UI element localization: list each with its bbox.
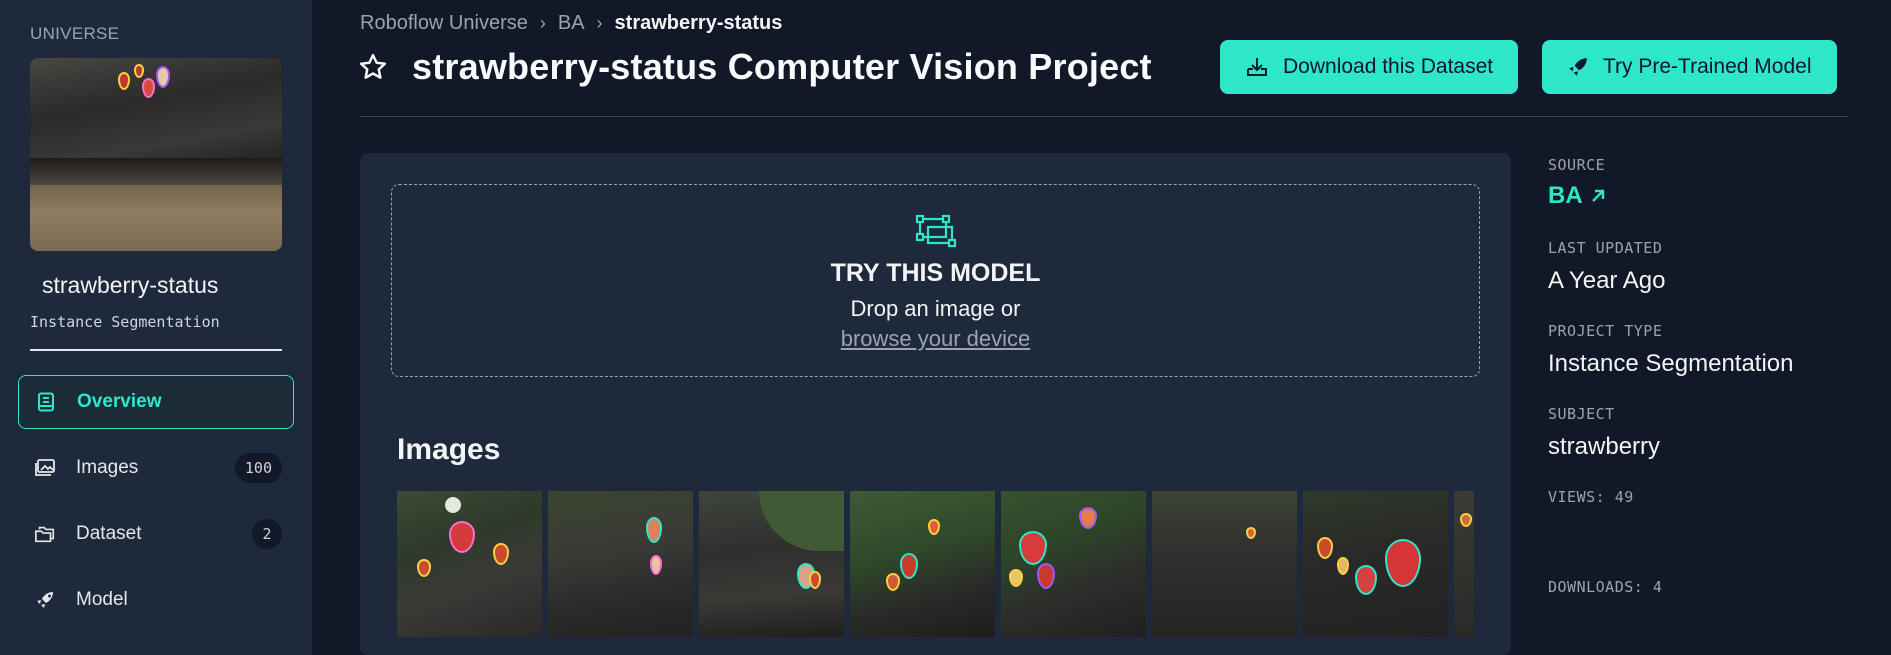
download-icon [1247, 58, 1267, 76]
project-type-value: Instance Segmentation [1548, 350, 1794, 377]
project-thumbnail[interactable] [30, 58, 282, 251]
breadcrumb-roboflow-universe[interactable]: Roboflow Universe [360, 12, 528, 35]
nav-dataset[interactable]: Dataset 2 [18, 507, 294, 561]
header-divider [360, 116, 1848, 117]
last-updated-label: LAST UPDATED [1548, 239, 1663, 257]
gallery-image[interactable] [1303, 491, 1448, 637]
nav-model-label: Model [76, 589, 128, 610]
chevron-right-icon: › [596, 13, 603, 33]
source-value: BA [1548, 182, 1583, 209]
meta-downloads: DOWNLOADS: 4 [1548, 578, 1662, 596]
rocket-icon [1569, 58, 1587, 76]
images-heading: Images [397, 433, 501, 466]
views-count: VIEWS: 49 [1548, 488, 1634, 506]
dropzone-instruction: Drop an image or [850, 296, 1021, 321]
image-gallery [397, 491, 1474, 637]
chevron-right-icon: › [539, 13, 546, 33]
meta-project-type: PROJECT TYPE Instance Segmentation [1548, 322, 1794, 378]
sidebar: UNIVERSE strawberry-status Instance Segm… [0, 0, 312, 655]
project-type-label: PROJECT TYPE [1548, 322, 1663, 340]
nav-images[interactable]: Images 100 [18, 441, 294, 495]
book-icon [35, 391, 57, 413]
meta-source: SOURCE BA [1548, 156, 1607, 210]
try-model-label: Try Pre-Trained Model [1603, 55, 1812, 78]
dataset-count-badge: 2 [252, 519, 282, 549]
gallery-image[interactable] [397, 491, 542, 637]
meta-subject: SUBJECT strawberry [1548, 405, 1660, 461]
bounding-box-icon [915, 214, 956, 248]
images-count-badge: 100 [234, 453, 282, 483]
arrow-up-right-icon [1591, 189, 1604, 202]
nav-overview[interactable]: Overview [18, 375, 294, 429]
gallery-image[interactable] [1152, 491, 1297, 637]
downloads-count: DOWNLOADS: 4 [1548, 578, 1663, 596]
sidebar-project-name: strawberry-status [42, 272, 219, 298]
subject-value: strawberry [1548, 433, 1661, 460]
sidebar-section-label: UNIVERSE [30, 24, 120, 43]
breadcrumb: Roboflow Universe › BA › strawberry-stat… [360, 12, 782, 35]
title-row: strawberry-status Computer Vision Projec… [358, 46, 1152, 88]
gallery-image[interactable] [699, 491, 844, 637]
rocket-icon [34, 589, 56, 611]
meta-views: VIEWS: 49 [1548, 488, 1634, 506]
try-pretrained-model-button[interactable]: Try Pre-Trained Model [1542, 40, 1837, 94]
star-icon[interactable] [358, 52, 388, 82]
images-icon [34, 457, 56, 479]
subject-label: SUBJECT [1548, 405, 1615, 423]
nav-overview-label: Overview [77, 391, 162, 412]
sidebar-project-type: Instance Segmentation [30, 313, 220, 331]
gallery-image[interactable] [1454, 491, 1474, 637]
image-dropzone[interactable]: TRY THIS MODEL Drop an image or browse y… [391, 184, 1480, 377]
gallery-image[interactable] [850, 491, 995, 637]
breadcrumb-ba[interactable]: BA [558, 12, 585, 35]
meta-last-updated: LAST UPDATED A Year Ago [1548, 239, 1665, 295]
download-dataset-label: Download this Dataset [1283, 55, 1494, 78]
browse-device-link[interactable]: browse your device [841, 326, 1031, 352]
nav-dataset-label: Dataset [76, 523, 142, 544]
gallery-image[interactable] [548, 491, 693, 637]
breadcrumb-current: strawberry-status [614, 12, 783, 34]
download-dataset-button[interactable]: Download this Dataset [1220, 40, 1519, 94]
source-label: SOURCE [1548, 156, 1606, 174]
nav-model[interactable]: Model [18, 573, 294, 627]
folders-icon [34, 523, 56, 545]
page-title: strawberry-status Computer Vision Projec… [412, 46, 1152, 87]
gallery-image[interactable] [1001, 491, 1146, 637]
sidebar-divider [30, 349, 282, 351]
try-model-heading: TRY THIS MODEL [830, 259, 1041, 287]
source-link[interactable]: BA [1548, 182, 1607, 210]
main-panel: TRY THIS MODEL Drop an image or browse y… [360, 153, 1511, 655]
nav-images-label: Images [76, 457, 139, 478]
last-updated-value: A Year Ago [1548, 267, 1666, 294]
